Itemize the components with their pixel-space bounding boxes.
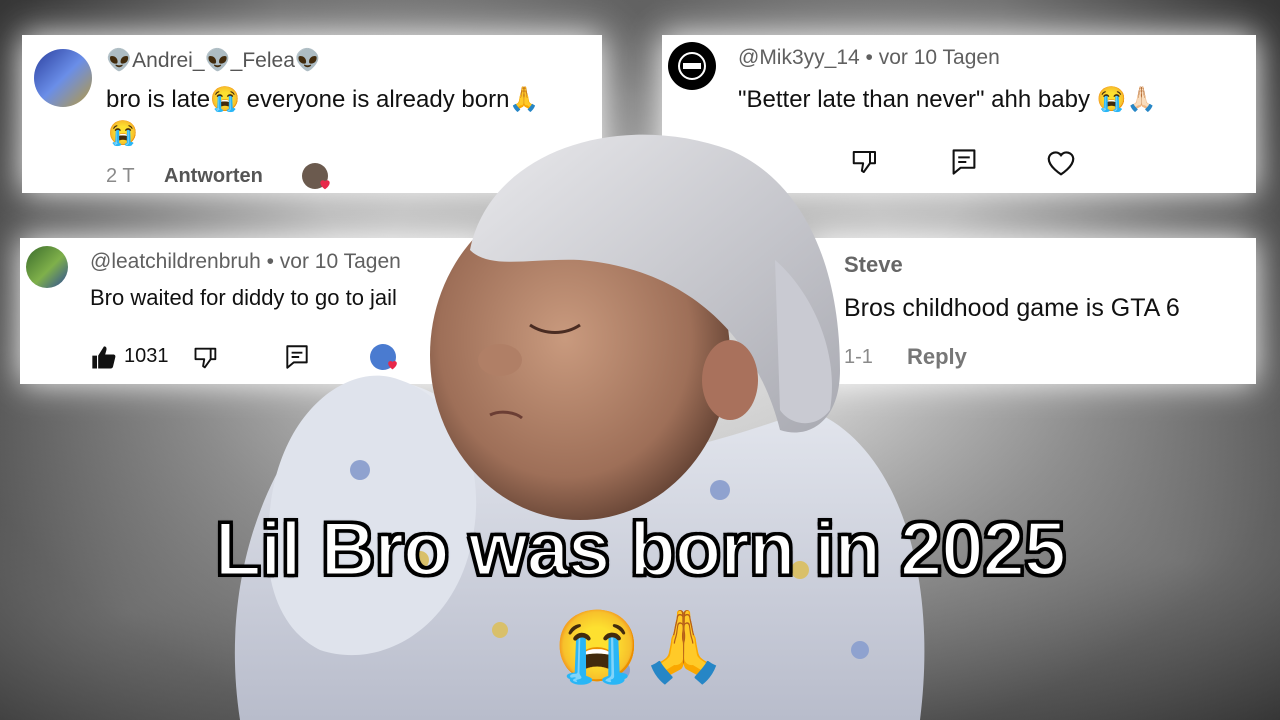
- comment-text-continued: 😭: [108, 120, 138, 147]
- caption-emojis: 😭🙏: [553, 607, 727, 685]
- thumbs-up-icon[interactable]: [90, 344, 118, 372]
- avatar[interactable]: [668, 42, 716, 90]
- avatar[interactable]: [26, 246, 68, 288]
- like-count: 1031: [124, 345, 169, 367]
- avatar[interactable]: [34, 49, 92, 107]
- comment-author[interactable]: 👽Andrei_👽_Felea👽: [106, 49, 321, 73]
- caption-title: Lil Bro was born in 2025: [213, 506, 1067, 594]
- comment-timestamp: 2 T: [106, 165, 135, 187]
- heart-icon[interactable]: [1044, 147, 1078, 177]
- comment-author[interactable]: @Mik3yy_14 • vor 10 Tagen: [738, 46, 1000, 70]
- logo-icon: [678, 52, 706, 80]
